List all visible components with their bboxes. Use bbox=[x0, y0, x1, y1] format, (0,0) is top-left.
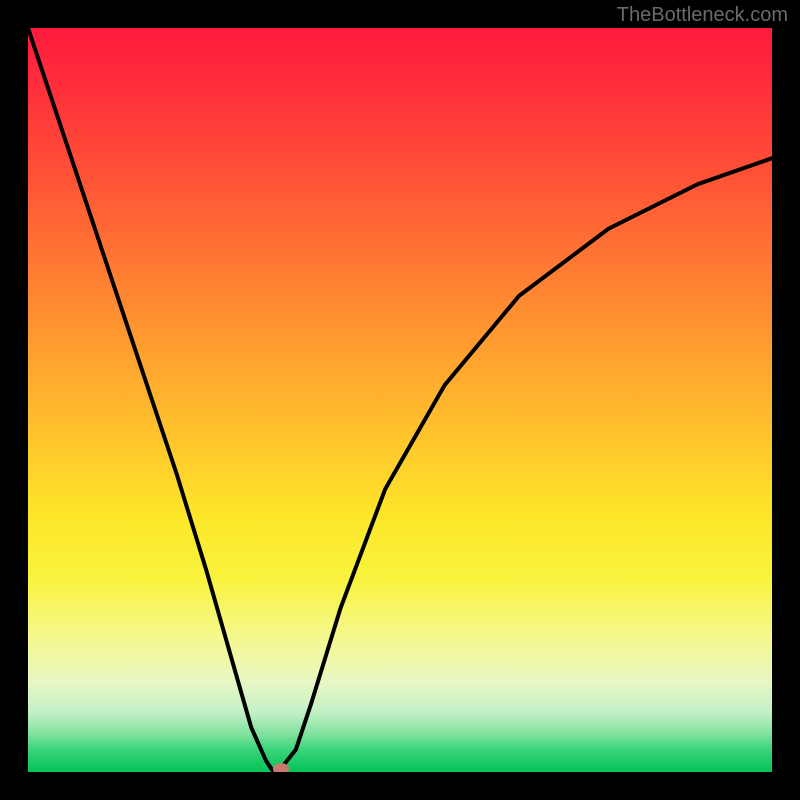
watermark-text: TheBottleneck.com bbox=[617, 4, 788, 27]
bottleneck-curve bbox=[28, 28, 772, 772]
chart-plot-area bbox=[28, 28, 772, 772]
chart-curve-svg bbox=[28, 28, 772, 772]
